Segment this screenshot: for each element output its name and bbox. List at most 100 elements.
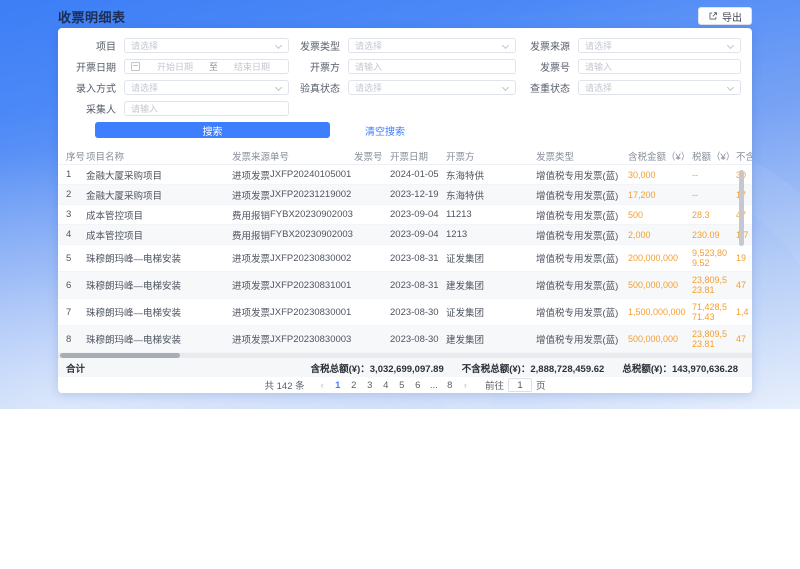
date-separator: 至 [205,60,222,73]
entry-method-select[interactable]: 请选择 [124,80,289,95]
verify-status-select[interactable]: 请选择 [348,80,516,95]
cell-issuer: 建发集团 [446,332,536,346]
search-button[interactable]: 搜索 [95,122,330,138]
chevron-down-icon [502,84,509,91]
date-start-placeholder: 开始日期 [145,60,205,73]
invoice-no-field [578,59,741,74]
chevron-down-icon [502,42,509,49]
collector-input[interactable] [131,104,282,114]
goto-label: 前往 [485,378,504,392]
cell-tax: -- [692,170,736,180]
cell-type: 增值税专用发票(蓝) [536,188,628,202]
col-header-order_no: 单号 [270,149,354,163]
filter-label-invoice-no: 发票号 [516,59,578,74]
cell-project: 珠穆朗玛峰—电梯安装 [86,251,232,265]
table-row[interactable]: 1金融大厦采购项目进项发票JXFP202401050012024-01-05东海… [58,165,752,185]
cell-amount_excl: 1,4 [736,307,752,317]
cell-type: 增值税专用发票(蓝) [536,251,628,265]
table-row[interactable]: 2金融大厦采购项目进项发票JXFP202312190022023-12-19东海… [58,185,752,205]
cell-order_no: JXFP20230830003 [270,334,354,345]
next-page-arrow[interactable]: › [458,380,473,391]
total-count: 共 142 条 [264,378,304,392]
cell-project: 金融大厦采购项目 [86,188,232,202]
cell-amount_excl: 47 [736,334,752,344]
invoice-type-select[interactable]: 请选择 [348,38,516,53]
page-number[interactable]: 5 [394,380,410,391]
cell-no: 8 [58,334,86,345]
cell-amount_incl: 1,500,000,000 [628,307,692,317]
cell-order_no: FYBX20230902003 [270,229,354,240]
goto-page-input[interactable] [508,378,532,392]
verify-status-placeholder: 请选择 [355,81,382,94]
page-number[interactable]: 3 [362,380,378,391]
page-number[interactable]: 2 [346,380,362,391]
filter-row: 项目请选择发票类型请选择发票来源请选择 [64,38,752,53]
table-row[interactable]: 4成本管控项目费用报销FYBX202309020032023-09-041213… [58,225,752,245]
cell-type: 增值税专用发票(蓝) [536,168,628,182]
cell-order_no: JXFP20230830002 [270,253,354,264]
page-number[interactable]: 6 [410,380,426,391]
col-header-date: 开票日期 [390,149,446,163]
cell-order_no: JXFP20230830001 [270,307,354,318]
issuer-field [348,59,516,74]
export-button[interactable]: 导出 [698,7,752,25]
page-number[interactable]: 1 [330,380,346,391]
cell-project: 珠穆朗玛峰—电梯安装 [86,332,232,346]
table-header-row: 序号项目名称发票来源单号发票号开票日期开票方发票类型含税金额（¥）税额（¥）不含… [58,148,752,165]
cell-tax: 28.3 [692,210,736,220]
horizontal-scrollbar-thumb[interactable] [60,353,180,358]
col-header-tax: 税额（¥） [692,149,736,163]
page-unit-label: 页 [536,378,546,392]
cell-no: 1 [58,169,86,180]
invoice-source-select[interactable]: 请选择 [578,38,741,53]
cell-issuer: 1213 [446,229,536,240]
prev-page-arrow[interactable]: ‹ [315,380,330,391]
cell-tax: -- [692,190,736,200]
cell-date: 2023-09-04 [390,229,446,240]
cell-issuer: 证发集团 [446,251,536,265]
cell-project: 金融大厦采购项目 [86,168,232,182]
cell-amount_incl: 30,000 [628,170,692,180]
summary-label: 合计 [58,361,85,375]
cell-project: 珠穆朗玛峰—电梯安装 [86,278,232,292]
table-row[interactable]: 3成本管控项目费用报销FYBX202309020032023-09-041121… [58,205,752,225]
filter-label-project: 项目 [64,38,124,53]
date-end-placeholder: 结束日期 [222,60,282,73]
dup-check-status-placeholder: 请选择 [585,81,612,94]
pagination: 共 142 条 ‹ 123456...8 › 前往 页 [58,377,752,393]
cell-amount_incl: 17,200 [628,190,692,200]
issuer-input[interactable] [355,62,509,72]
vertical-scrollbar-thumb[interactable] [739,170,744,246]
project-select[interactable]: 请选择 [124,38,289,53]
invoice-no-input[interactable] [585,62,734,72]
filter-label-verify-status: 验真状态 [289,80,348,95]
clear-search-link[interactable]: 清空搜索 [365,123,405,138]
horizontal-scrollbar[interactable] [58,353,752,358]
cell-date: 2024-01-05 [390,169,446,180]
total-incl-tax-label: 含税总额(¥)： [311,364,370,375]
cell-no: 7 [58,307,86,318]
invoice-date-range-picker[interactable]: 开始日期至结束日期 [124,59,289,74]
filter-row: 开票日期开始日期至结束日期开票方发票号 [64,59,752,74]
cell-project: 成本管控项目 [86,208,232,222]
table-row[interactable]: 7珠穆朗玛峰—电梯安装进项发票JXFP202308300012023-08-30… [58,299,752,326]
dup-check-status-select[interactable]: 请选择 [578,80,741,95]
page-number[interactable]: 4 [378,380,394,391]
collector-field [124,101,289,116]
table-row[interactable]: 5珠穆朗玛峰—电梯安装进项发票JXFP202308300022023-08-31… [58,245,752,272]
table-row[interactable]: 6珠穆朗玛峰—电梯安装进项发票JXFP202308310012023-08-31… [58,272,752,299]
cell-type: 增值税专用发票(蓝) [536,208,628,222]
filter-row: 采集人 [64,101,752,116]
total-excl-tax-value: 2,888,728,459.62 [530,364,604,375]
cell-order_no: FYBX20230902003 [270,209,354,220]
total-excl-tax: 不含税总额(¥)：2,888,728,459.62 [462,361,605,375]
cell-amount_incl: 500 [628,210,692,220]
cell-source: 进项发票 [232,168,270,182]
table-row[interactable]: 8珠穆朗玛峰—电梯安装进项发票JXFP202308300032023-08-30… [58,326,752,353]
cell-no: 6 [58,280,86,291]
page-number[interactable]: 8 [442,380,458,391]
cell-order_no: JXFP20240105001 [270,169,354,180]
chevron-down-icon [275,84,282,91]
col-header-amount_incl: 含税金额（¥） [628,149,692,163]
cell-date: 2023-08-30 [390,307,446,318]
